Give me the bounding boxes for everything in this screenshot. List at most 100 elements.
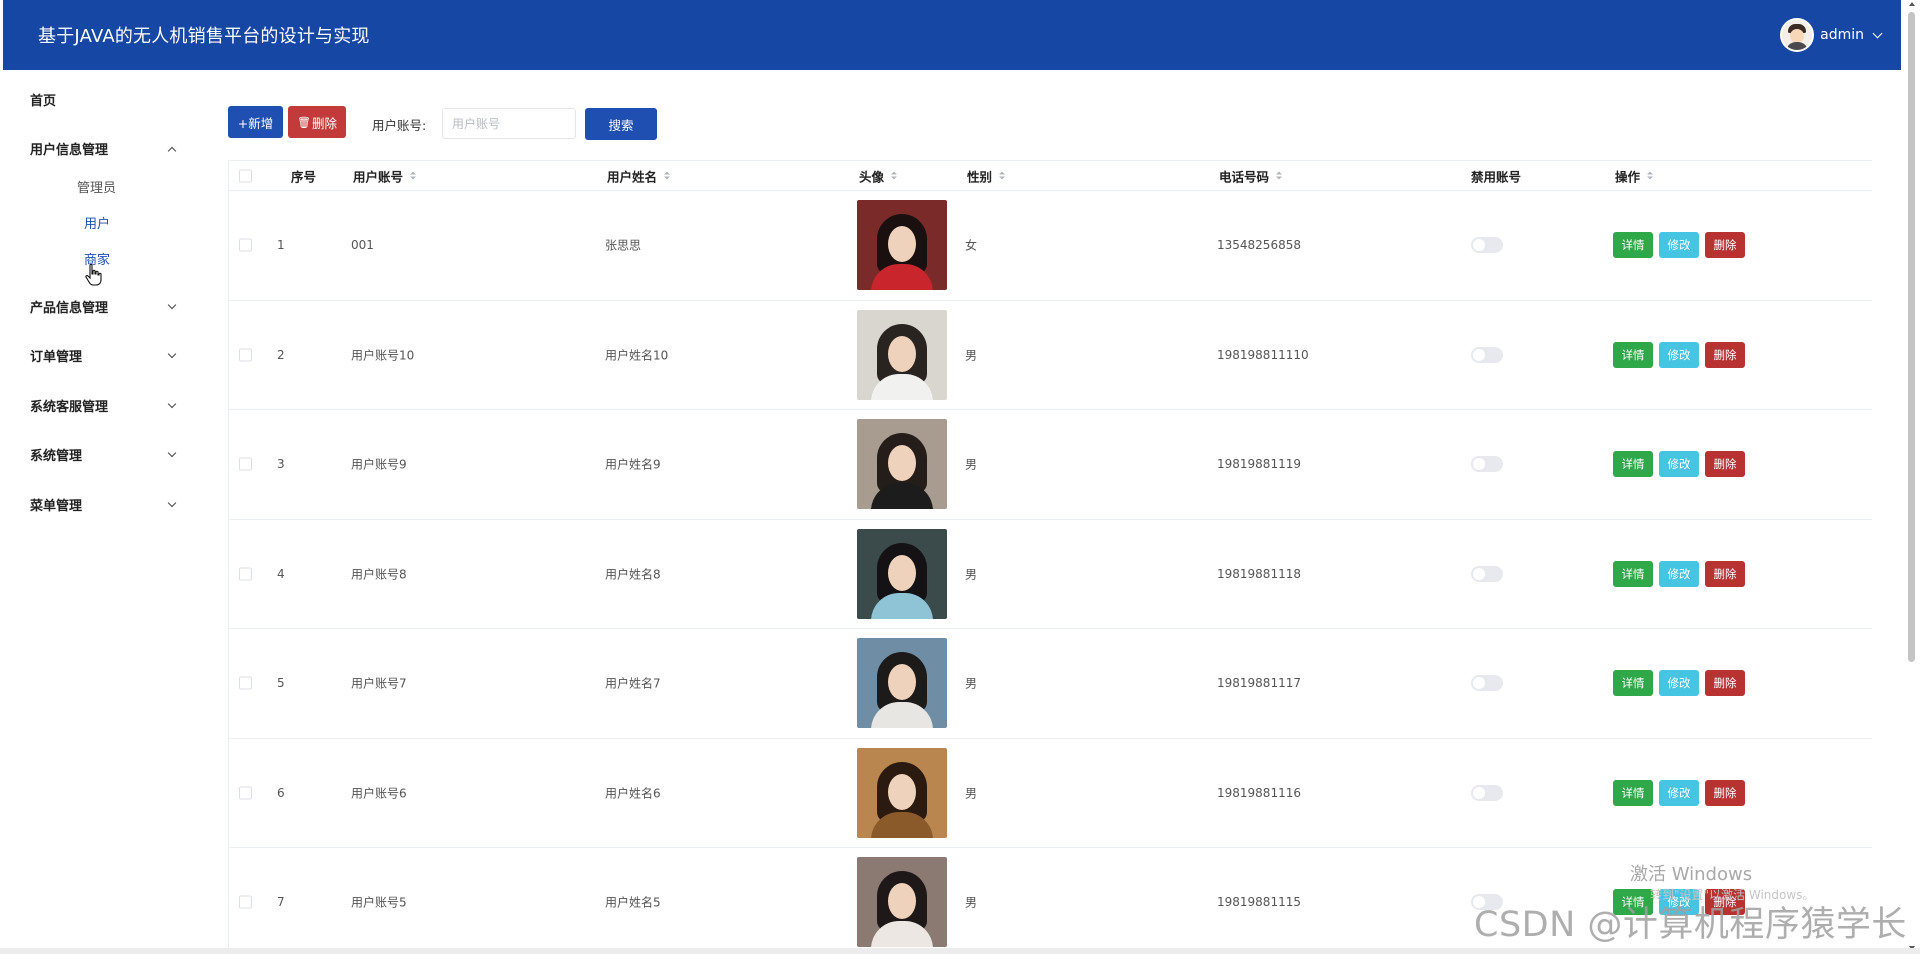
cell-account: 001	[351, 238, 374, 253]
delete-button-label: 删除	[311, 115, 337, 131]
search-input[interactable]	[442, 108, 576, 139]
chevron-down-icon[interactable]	[167, 498, 177, 507]
chevron-down-icon[interactable]	[167, 349, 177, 358]
detail-button[interactable]: 详情	[1613, 341, 1653, 368]
col-header-gender[interactable]: 性别	[967, 166, 1006, 185]
row-checkbox[interactable]	[239, 457, 252, 471]
cell-index: 2	[277, 347, 285, 362]
sidebar-item-products[interactable]: 产品信息管理	[30, 297, 177, 316]
row-checkbox[interactable]	[239, 786, 252, 800]
cell-index: 4	[277, 566, 285, 581]
user-avatar-photo[interactable]	[857, 309, 947, 400]
cell-gender: 男	[965, 786, 978, 801]
user-avatar-photo[interactable]	[857, 857, 947, 948]
detail-button[interactable]: 详情	[1613, 670, 1653, 697]
cell-account: 用户账号7	[351, 676, 407, 691]
cell-name: 用户姓名6	[605, 786, 661, 801]
detail-button[interactable]: 详情	[1613, 779, 1653, 806]
cell-gender: 男	[965, 567, 978, 582]
detail-button[interactable]: 详情	[1613, 451, 1653, 478]
user-avatar-photo[interactable]	[857, 419, 947, 510]
row-delete-button[interactable]: 删除	[1705, 232, 1745, 259]
row-checkbox[interactable]	[239, 895, 252, 909]
disable-account-toggle[interactable]	[1471, 456, 1503, 473]
windows-activation-watermark: 激活 Windows	[1630, 864, 1753, 885]
sidebar-item-home[interactable]: 首页	[30, 90, 175, 109]
disable-account-toggle[interactable]	[1471, 784, 1503, 801]
disable-account-toggle[interactable]	[1471, 675, 1503, 692]
sidebar-subitem-user[interactable]: 用户	[84, 213, 110, 232]
row-delete-button[interactable]: 删除	[1705, 779, 1745, 806]
disable-account-toggle[interactable]	[1471, 237, 1503, 254]
col-header-avatar[interactable]: 头像	[859, 166, 898, 185]
table-body: 1 001 张思思 女 13548256858 详情 修改 删除 2 用户账号1…	[229, 191, 1872, 954]
sort-icon	[1647, 171, 1654, 180]
chevron-down-icon[interactable]	[167, 448, 177, 457]
user-avatar-photo[interactable]	[857, 528, 947, 619]
user-avatar-photo[interactable]	[857, 747, 947, 838]
csdn-watermark: CSDN @计算机程序猿学长	[1474, 905, 1907, 945]
hand-cursor-icon	[85, 263, 102, 286]
user-avatar-photo[interactable]	[857, 638, 947, 729]
sidebar-item-system[interactable]: 系统管理	[30, 445, 177, 464]
user-avatar[interactable]	[1780, 18, 1815, 52]
disable-account-toggle[interactable]	[1471, 346, 1503, 363]
col-header-name[interactable]: 用户姓名	[607, 166, 671, 185]
row-delete-button[interactable]: 删除	[1705, 560, 1745, 587]
sidebar-item-label: 首页	[30, 94, 57, 109]
cell-gender: 男	[965, 457, 978, 472]
search-button[interactable]: 搜索	[585, 108, 657, 140]
scroll-up-icon[interactable]	[1909, 2, 1915, 6]
table-row[interactable]: 1 001 张思思 女 13548256858 详情 修改 删除	[229, 191, 1872, 301]
cell-index: 6	[277, 785, 285, 800]
table-row[interactable]: 2 用户账号10 用户姓名10 男 198198811110 详情 修改 删除	[229, 301, 1872, 410]
chevron-up-icon[interactable]	[167, 146, 177, 155]
chevron-down-icon[interactable]	[167, 399, 177, 408]
table-row[interactable]: 6 用户账号6 用户姓名6 男 19819881116 详情 修改 删除	[229, 739, 1872, 848]
cell-account: 用户账号6	[351, 786, 407, 801]
edit-button[interactable]: 修改	[1659, 560, 1699, 587]
sidebar-subitem-admin[interactable]: 管理员	[77, 177, 116, 196]
sidebar-item-menu[interactable]: 菜单管理	[30, 495, 177, 514]
col-header-actions[interactable]: 操作	[1615, 166, 1654, 185]
edit-button[interactable]: 修改	[1659, 341, 1699, 368]
sidebar: 首页 用户信息管理 管理员 用户 商家 产品信息管理 订单管理 系统客服管理 系…	[0, 70, 200, 954]
cell-gender: 男	[965, 348, 978, 363]
page-scrollbar[interactable]	[1908, 0, 1916, 954]
sidebar-item-customer-service[interactable]: 系统客服管理	[30, 396, 177, 415]
table-row[interactable]: 4 用户账号8 用户姓名8 男 19819881118 详情 修改 删除	[229, 520, 1872, 629]
cell-account: 用户账号10	[351, 348, 415, 363]
sidebar-item-user-info[interactable]: 用户信息管理	[30, 139, 177, 158]
select-all-checkbox[interactable]	[239, 169, 252, 182]
row-checkbox[interactable]	[239, 567, 252, 581]
col-header-phone[interactable]: 电话号码	[1219, 166, 1283, 185]
row-checkbox[interactable]	[239, 676, 252, 690]
row-delete-button[interactable]: 删除	[1705, 451, 1745, 478]
sidebar-item-orders[interactable]: 订单管理	[30, 346, 177, 365]
row-checkbox[interactable]	[239, 238, 252, 252]
sidebar-item-label: 用户信息管理	[30, 143, 109, 158]
user-avatar-photo[interactable]	[857, 200, 947, 291]
add-button[interactable]: +新增	[228, 106, 283, 138]
detail-button[interactable]: 详情	[1613, 560, 1653, 587]
detail-button[interactable]: 详情	[1613, 232, 1653, 259]
chevron-down-icon[interactable]	[167, 300, 177, 309]
edit-button[interactable]: 修改	[1659, 779, 1699, 806]
cell-name: 张思思	[605, 238, 642, 253]
row-delete-button[interactable]: 删除	[1705, 670, 1745, 697]
table-row[interactable]: 5 用户账号7 用户姓名7 男 19819881117 详情 修改 删除	[229, 629, 1872, 739]
col-header-index: 序号	[291, 169, 317, 184]
table-row[interactable]: 3 用户账号9 用户姓名9 男 19819881119 详情 修改 删除	[229, 410, 1872, 520]
user-menu[interactable]: admin	[1780, 18, 1883, 52]
chevron-down-icon[interactable]	[1872, 28, 1883, 38]
username-label[interactable]: admin	[1820, 27, 1864, 43]
scroll-thumb[interactable]	[1908, 12, 1915, 662]
row-checkbox[interactable]	[239, 348, 252, 362]
edit-button[interactable]: 修改	[1659, 232, 1699, 259]
edit-button[interactable]: 修改	[1659, 670, 1699, 697]
edit-button[interactable]: 修改	[1659, 451, 1699, 478]
row-delete-button[interactable]: 删除	[1705, 341, 1745, 368]
col-header-account[interactable]: 用户账号	[353, 166, 417, 185]
delete-button[interactable]: 🗑︎ 删除	[288, 106, 346, 138]
disable-account-toggle[interactable]	[1471, 565, 1503, 582]
